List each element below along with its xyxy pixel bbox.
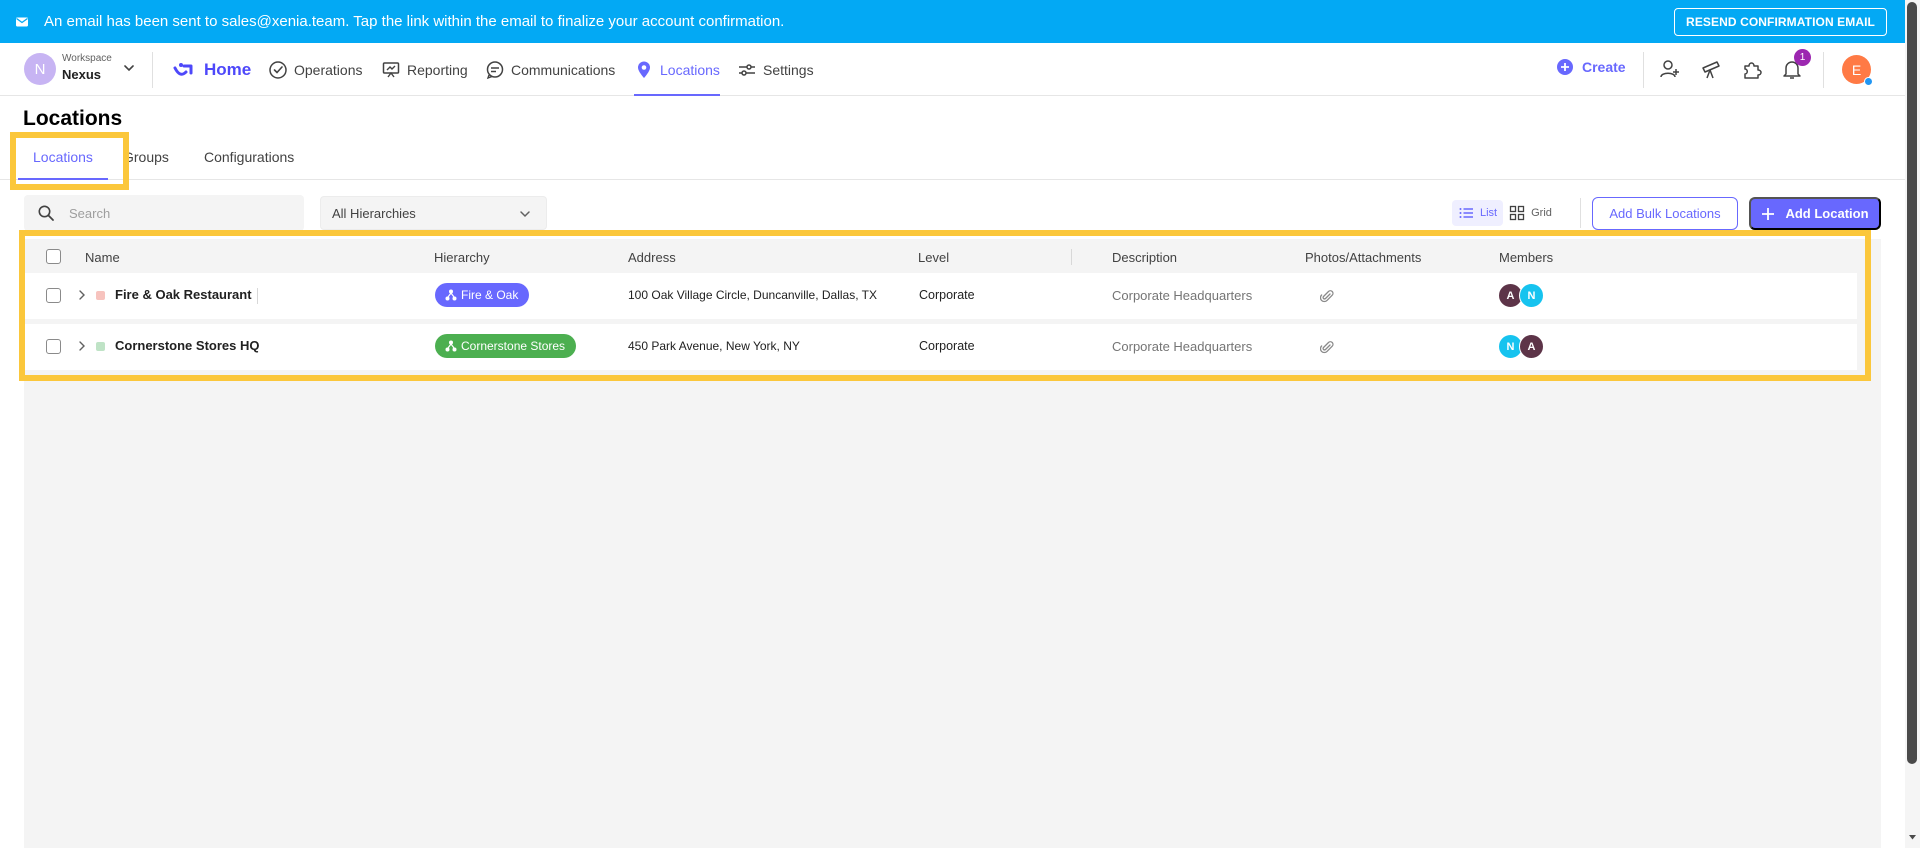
hierarchy-select[interactable]: All Hierarchies: [320, 196, 547, 230]
mail-icon: [14, 14, 30, 30]
banner-message: An email has been sent to sales@xenia.te…: [44, 13, 785, 30]
search-input[interactable]: [69, 205, 269, 221]
nav-communications[interactable]: Communications: [485, 43, 615, 96]
add-bulk-locations-button[interactable]: Add Bulk Locations: [1592, 197, 1738, 230]
resend-confirmation-button[interactable]: RESEND CONFIRMATION EMAIL: [1674, 8, 1887, 36]
puzzle-icon[interactable]: [1741, 58, 1763, 80]
grid-view-label: Grid: [1531, 207, 1552, 219]
nav-reporting[interactable]: Reporting: [381, 43, 468, 96]
list-view-button[interactable]: List: [1452, 200, 1504, 226]
plus-circle-icon: [1556, 58, 1574, 76]
divider: [1823, 52, 1824, 88]
home-logo-icon: [172, 60, 198, 80]
presentation-chart-icon: [381, 60, 401, 80]
nav-operations[interactable]: Operations: [268, 43, 362, 96]
top-navigation: N Workspace Nexus Home Operations Report…: [0, 43, 1905, 96]
add-location-label: Add Location: [1785, 206, 1869, 221]
workspace-name[interactable]: Nexus: [62, 67, 101, 82]
workspace-avatar[interactable]: N: [24, 53, 56, 85]
online-status-dot: [1864, 77, 1873, 86]
view-toggle: List Grid: [1452, 200, 1558, 226]
check-circle-icon: [268, 60, 288, 80]
search-icon: [37, 204, 55, 222]
plus-icon: [1761, 207, 1775, 221]
nav-settings-label: Settings: [763, 61, 814, 78]
nav-communications-label: Communications: [511, 61, 616, 78]
scrollbar-thumb[interactable]: [1907, 2, 1917, 764]
notification-badge: 1: [1794, 49, 1811, 66]
grid-icon: [1509, 205, 1525, 221]
highlight-box-tab: [10, 132, 129, 190]
page-title: Locations: [23, 107, 123, 130]
tab-configurations[interactable]: Configurations: [204, 149, 294, 165]
sliders-icon: [737, 60, 757, 80]
create-label: Create: [1582, 59, 1626, 75]
hierarchy-select-value: All Hierarchies: [332, 205, 416, 221]
add-location-button[interactable]: Add Location: [1749, 197, 1881, 230]
search-box[interactable]: [24, 195, 304, 231]
telescope-icon[interactable]: [1700, 58, 1722, 80]
divider: [152, 52, 153, 88]
nav-operations-label: Operations: [294, 61, 363, 78]
nav-home[interactable]: Home: [172, 43, 251, 96]
scroll-down-arrow-icon[interactable]: [1909, 834, 1916, 841]
list-view-label: List: [1480, 207, 1498, 219]
divider: [1643, 52, 1644, 88]
chat-bubble-icon: [485, 60, 505, 80]
workspace-label: Workspace: [62, 53, 112, 64]
nav-reporting-label: Reporting: [407, 61, 468, 78]
grid-view-button[interactable]: Grid: [1503, 200, 1558, 226]
chevron-down-icon: [518, 207, 532, 221]
chevron-down-icon[interactable]: [122, 61, 136, 75]
confirmation-banner: An email has been sent to sales@xenia.te…: [0, 0, 1905, 43]
nav-locations-label: Locations: [660, 61, 720, 78]
divider: [1580, 198, 1581, 228]
tab-bar: Locations Groups Configurations: [0, 140, 1905, 180]
nav-settings[interactable]: Settings: [737, 43, 814, 96]
highlight-box-table: [19, 230, 1871, 381]
create-button[interactable]: Create: [1556, 58, 1626, 76]
location-pin-icon: [634, 60, 654, 80]
list-icon: [1458, 205, 1474, 221]
add-user-icon[interactable]: [1659, 58, 1681, 80]
tab-groups[interactable]: Groups: [123, 149, 169, 165]
nav-home-label: Home: [204, 59, 252, 79]
nav-locations[interactable]: Locations: [634, 43, 720, 96]
